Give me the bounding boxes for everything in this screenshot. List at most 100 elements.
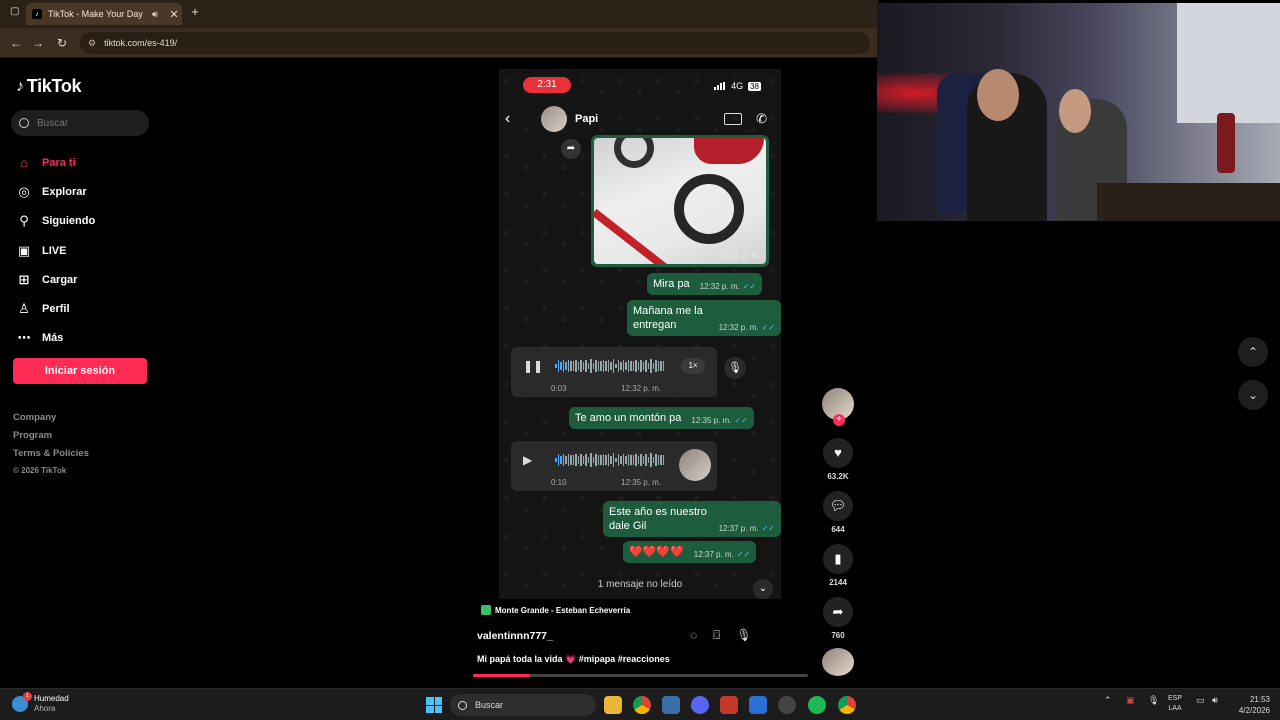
app-red-icon[interactable]	[720, 696, 738, 714]
weather-widget[interactable]: 1 Humedad Ahora	[12, 692, 69, 714]
waveform-bar	[632, 360, 634, 372]
photo-fender	[694, 138, 764, 164]
waveform-bar	[615, 363, 617, 369]
sidebar-item-explorar[interactable]: ◎ Explorar	[16, 177, 95, 206]
waveform-bar	[642, 362, 644, 370]
obs-icon[interactable]	[778, 696, 796, 714]
sidebar-nav: ⌂ Para ti ◎ Explorar ⚲ Siguiendo ▣ LIVE …	[16, 148, 96, 353]
keyboard-language[interactable]: ESP LAA	[1168, 694, 1182, 714]
share-action[interactable]: ➦ 760	[820, 597, 856, 640]
tray-app-icon[interactable]: ▣	[1126, 695, 1135, 706]
message-text: Mira pa	[653, 278, 690, 290]
clock-time: 21:53	[1249, 695, 1270, 704]
tray-chevron-up-icon[interactable]: ⌃	[1104, 695, 1112, 706]
waveform-bar	[570, 455, 572, 465]
system-clock[interactable]: 21:53 4/2/2026	[1230, 694, 1270, 716]
save-action[interactable]: ▮ 2144	[820, 544, 856, 587]
unread-indicator: 1 mensaje no leído	[597, 579, 683, 590]
sidebar-item-para-ti[interactable]: ⌂ Para ti	[16, 148, 95, 177]
video-player[interactable]: 2:31 4G 38 ‹ Papi ✆ ➦ 12:31 p. m. Mira p…	[499, 69, 781, 599]
sidebar-item-siguiendo[interactable]: ⚲ Siguiendo	[16, 207, 95, 236]
new-tab-icon[interactable]: +	[188, 5, 202, 19]
weather-badge: 1	[23, 692, 32, 701]
search-box[interactable]	[11, 110, 149, 136]
message-text: Este año es nuestro dale Gil	[609, 506, 707, 532]
bookmark-icon[interactable]: ▮	[823, 544, 853, 574]
waveform-bar	[637, 362, 639, 370]
sidebar-item-perfil[interactable]: ♙ Perfil	[16, 294, 95, 323]
video-progress-bar[interactable]	[473, 674, 808, 677]
discord-icon[interactable]	[691, 696, 709, 714]
tray-mic-icon[interactable]: 🎙︎	[1148, 695, 1159, 706]
footer-link-program[interactable]: Program	[13, 430, 89, 448]
share-icon[interactable]: ➦	[823, 597, 853, 627]
network-icon[interactable]: ▭	[1196, 695, 1205, 706]
chat-message: Mira pa 12:32 p. m. ✓✓	[647, 273, 763, 295]
url-field[interactable]: ⚙ tiktok.com/es-419/	[80, 32, 870, 54]
sidebar-item-label: Siguiendo	[42, 215, 96, 228]
phone-status-time: 2:31	[523, 77, 571, 93]
creator-avatar[interactable]: +	[822, 388, 854, 426]
waveform-bar	[592, 456, 594, 464]
heart-icon[interactable]: ♥	[823, 438, 853, 468]
chrome-active-icon[interactable]	[838, 696, 856, 714]
tab-list-icon[interactable]: ▢	[10, 6, 24, 20]
photo-front-wheel	[674, 174, 744, 244]
search-input[interactable]	[37, 117, 137, 129]
reload-icon[interactable]: ↻	[54, 35, 70, 51]
spotify-icon[interactable]	[808, 696, 826, 714]
next-video-button[interactable]: ⌄	[1238, 380, 1268, 410]
waveform-bar	[642, 456, 644, 464]
forward-arrow-icon[interactable]: →	[30, 35, 46, 51]
like-action[interactable]: ♥ 63.2K	[820, 438, 856, 481]
browser-tab-tiktok[interactable]: ♪ TikTok - Make Your Day 🔊︎ ✕	[26, 3, 182, 25]
footer-link-company[interactable]: Company	[13, 412, 89, 430]
waveform-bar	[620, 362, 622, 370]
home-icon: ⌂	[20, 155, 28, 171]
tab-close-icon[interactable]: ✕	[166, 8, 182, 21]
sidebar-item-label: Para ti	[42, 156, 76, 169]
microphone-icon[interactable]: 🎙︎	[736, 628, 751, 643]
action-column: + ♥ 63.2K 💬︎ 644 ▮ 2144 ➦ 760	[820, 388, 856, 640]
comment-icon[interactable]: 💬︎	[823, 491, 853, 521]
chevron-down-icon: ⌄	[753, 579, 773, 599]
tiktok-logo[interactable]: ♪ TikTok	[16, 76, 82, 97]
sidebar-item-live[interactable]: ▣ LIVE	[16, 236, 95, 265]
music-disc-avatar[interactable]	[822, 648, 854, 676]
music-tag[interactable]: Monte Grande - Esteban Echeverría	[481, 605, 630, 615]
waveform-bar	[622, 360, 624, 372]
waveform-bar	[607, 454, 609, 466]
sidebar-item-cargar[interactable]: ⊞ Cargar	[16, 265, 95, 294]
back-arrow-icon[interactable]: ←	[8, 35, 24, 51]
volume-icon[interactable]: 🔊︎	[1212, 695, 1218, 706]
waveform-bar	[602, 454, 604, 466]
taskbar-search[interactable]: Buscar	[450, 694, 596, 716]
sticker-icon[interactable]: ◌	[690, 628, 697, 643]
previous-video-button[interactable]: ⌃	[1238, 337, 1268, 367]
steam-icon[interactable]	[749, 696, 767, 714]
sidebar-item-label: Cargar	[42, 273, 78, 286]
author-name[interactable]: valentinnn777_	[477, 630, 553, 642]
waveform-bar	[590, 453, 592, 467]
chrome-icon[interactable]	[633, 696, 651, 714]
comment-action[interactable]: 💬︎ 644	[820, 491, 856, 534]
waveform-bar	[595, 359, 597, 373]
footer-link-terms[interactable]: Terms & Policies	[13, 448, 89, 466]
waveform-bar	[645, 454, 647, 466]
sidebar-item-mas[interactable]: ⋯ Más	[16, 324, 95, 353]
waveform-bar	[562, 360, 564, 372]
phone-icon: ✆	[756, 111, 767, 126]
streamer-head	[977, 69, 1019, 121]
photo-message: 12:31 p. m.	[591, 135, 769, 267]
file-explorer-icon[interactable]	[604, 696, 622, 714]
login-button[interactable]: Iniciar sesión	[13, 358, 147, 384]
weather-text: Humedad Ahora	[34, 694, 69, 714]
tab-audio-icon[interactable]: 🔊︎	[152, 9, 166, 20]
camera-icon[interactable]: ⌼	[713, 628, 720, 643]
store-icon[interactable]	[662, 696, 680, 714]
windows-start-icon[interactable]	[426, 697, 442, 713]
follow-plus-icon[interactable]: +	[833, 414, 845, 426]
site-info-icon[interactable]: ⚙	[88, 38, 96, 49]
waveform-bar	[637, 456, 639, 464]
waveform-bar	[582, 456, 584, 464]
